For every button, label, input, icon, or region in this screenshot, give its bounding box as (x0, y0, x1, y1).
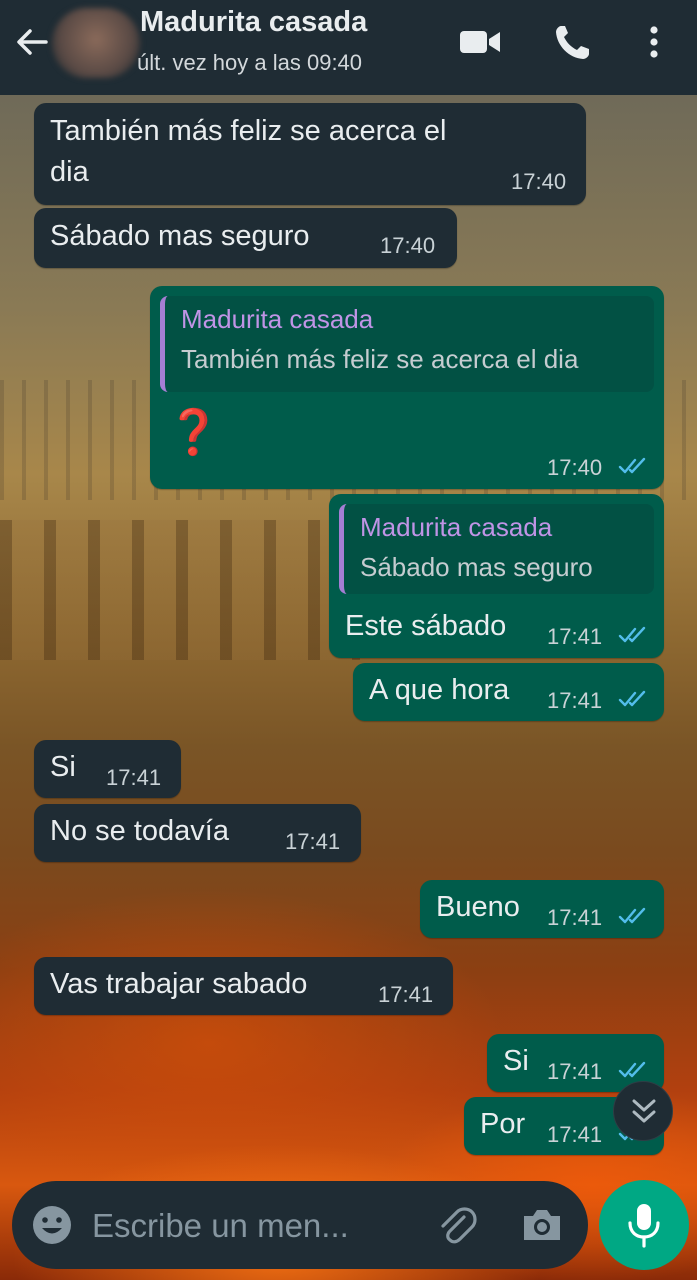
outgoing-message[interactable]: Bueno 17:41 (420, 880, 664, 938)
message-time: 17:41 (106, 765, 162, 790)
message-text: También más feliz se acerca el (50, 115, 447, 147)
message-time: 17:41 (547, 905, 603, 930)
message-time: 17:41 (547, 1059, 603, 1084)
quoted-message[interactable]: Madurita casada También más feliz se ace… (160, 296, 654, 392)
read-receipt-icon (618, 626, 646, 643)
message-time: 17:40 (380, 233, 436, 258)
read-receipt-icon (618, 457, 646, 474)
message-time: 17:40 (547, 455, 603, 480)
message-text: ❓ (166, 408, 221, 457)
avatar[interactable] (52, 8, 140, 78)
message-text: Por (480, 1108, 526, 1140)
emoji-icon[interactable] (30, 1203, 74, 1247)
more-vert-icon[interactable] (636, 22, 672, 62)
outgoing-message[interactable]: A que hora 17:41 (353, 663, 664, 721)
message-input[interactable] (92, 1201, 422, 1251)
outgoing-message[interactable]: Madurita casada También más feliz se ace… (150, 286, 664, 489)
quoted-sender: Madurita casada (181, 304, 374, 334)
last-seen-status: últ. vez hoy a las 09:40 (137, 50, 363, 75)
camera-icon[interactable] (518, 1201, 566, 1249)
incoming-message[interactable]: Si 17:41 (34, 740, 181, 798)
incoming-message[interactable]: Vas trabajar sabado 17:41 (34, 957, 453, 1015)
quoted-text: También más feliz se acerca el dia (181, 344, 579, 374)
message-time: 17:41 (378, 982, 434, 1007)
quoted-message[interactable]: Madurita casada Sábado mas seguro (339, 504, 654, 594)
wallpaper-detail (0, 520, 360, 660)
mic-icon (628, 1204, 660, 1248)
chat-header: Madurita casada últ. vez hoy a las 09:40 (0, 0, 697, 95)
quoted-sender: Madurita casada (360, 512, 553, 542)
paperclip-icon[interactable] (432, 1201, 480, 1249)
double-chevron-down-icon (632, 1099, 656, 1123)
incoming-message[interactable]: Sábado mas seguro 17:40 (34, 208, 457, 268)
message-text: Bueno (436, 891, 520, 923)
read-receipt-icon (618, 907, 646, 924)
voice-message-button[interactable] (599, 1180, 689, 1270)
message-time: 17:40 (511, 169, 567, 194)
message-time: 17:41 (547, 624, 603, 649)
arrow-left-icon[interactable] (12, 22, 52, 62)
video-call-icon[interactable] (458, 22, 502, 62)
message-text: Si (50, 751, 76, 783)
phone-icon[interactable] (551, 22, 595, 62)
message-text: Si (503, 1045, 529, 1077)
read-receipt-icon (618, 1061, 646, 1078)
message-text: Vas trabajar sabado (50, 968, 308, 1000)
message-text: dia (50, 156, 89, 188)
scroll-to-bottom-button[interactable] (613, 1081, 673, 1141)
outgoing-message[interactable]: Madurita casada Sábado mas seguro Este s… (329, 494, 664, 658)
quoted-text: Sábado mas seguro (360, 552, 593, 582)
read-receipt-icon (618, 690, 646, 707)
message-text: Sábado mas seguro (50, 220, 310, 252)
message-time: 17:41 (547, 688, 603, 713)
incoming-message[interactable]: No se todavía 17:41 (34, 804, 361, 862)
incoming-message[interactable]: También más feliz se acerca el dia 17:40 (34, 103, 586, 205)
message-text: Este sábado (345, 610, 507, 642)
message-time: 17:41 (547, 1122, 603, 1147)
message-text: A que hora (369, 674, 510, 706)
contact-name[interactable]: Madurita casada (140, 6, 367, 39)
message-text: No se todavía (50, 815, 229, 847)
message-composer (12, 1181, 588, 1269)
message-time: 17:41 (285, 829, 341, 854)
